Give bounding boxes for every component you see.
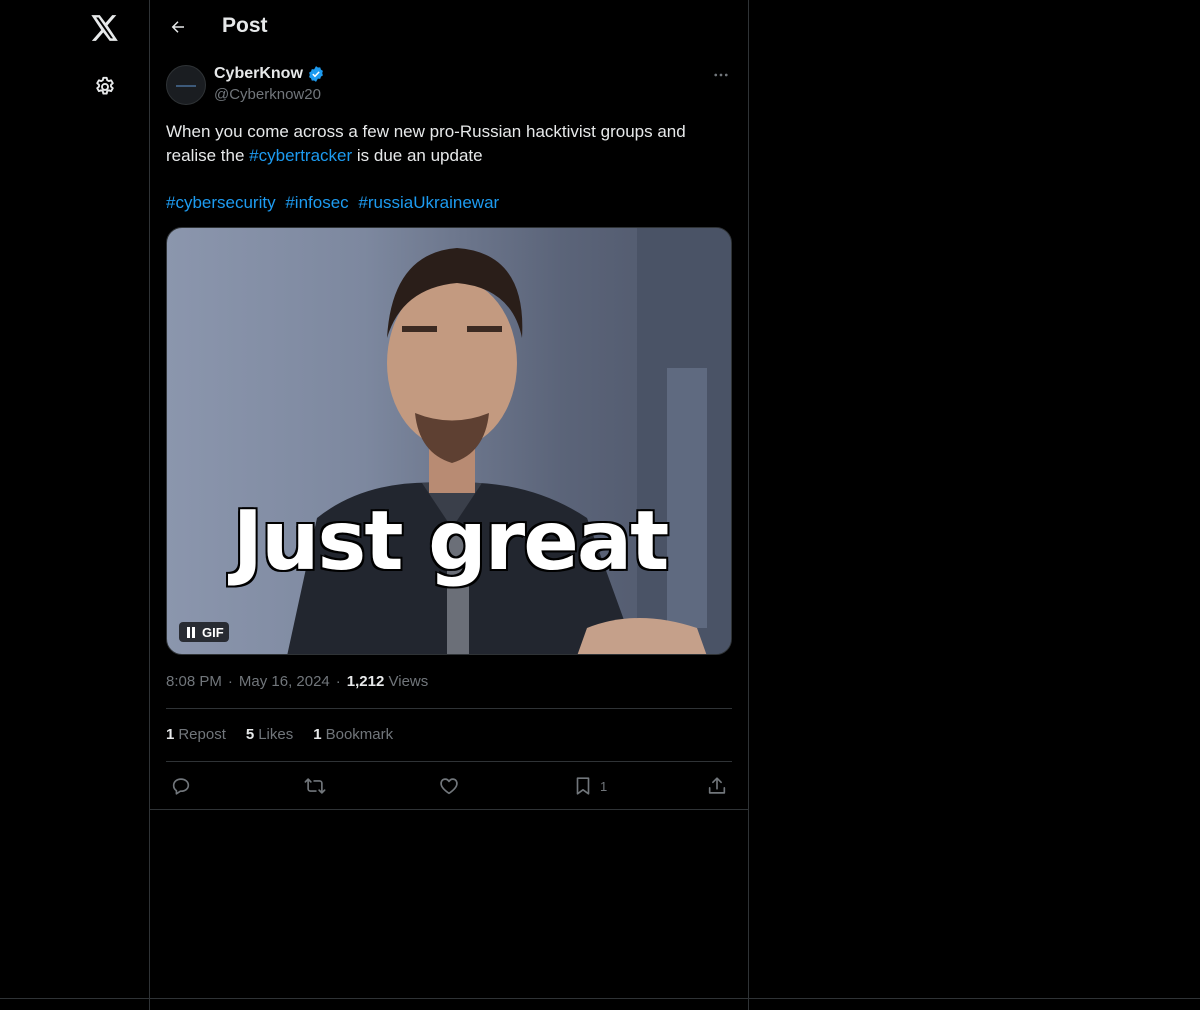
reply-icon	[172, 778, 190, 795]
verified-badge-icon	[309, 66, 323, 82]
post-date[interactable]: May 16, 2024	[239, 673, 330, 690]
tweet-line: realise the #cybertracker is due an upda…	[166, 144, 732, 168]
gif-media[interactable]: Just great GIF	[166, 227, 732, 655]
tweet-line: When you come across a few new pro-Russi…	[166, 122, 686, 141]
stat-label: Bookmark	[325, 726, 394, 743]
repost-icon	[304, 778, 326, 794]
stat-label: Likes	[258, 726, 294, 743]
post-column: Post CyberKnow @Cyberknow20 When you com…	[149, 0, 749, 1010]
stat-number: 1	[313, 726, 322, 743]
more-icon	[714, 73, 728, 77]
separator: ·	[227, 673, 233, 690]
post-time[interactable]: 8:08 PM	[166, 673, 222, 690]
back-button[interactable]	[160, 9, 196, 45]
post-meta: 8:08 PM · May 16, 2024 · 1,212 Views	[166, 673, 428, 690]
hashtag-link[interactable]: #infosec	[285, 193, 348, 212]
hashtag-link[interactable]: #russiaUkrainewar	[358, 193, 499, 212]
divider	[150, 809, 748, 810]
gif-image	[287, 228, 731, 654]
action-bar: 1	[166, 770, 732, 802]
stat-label: Repost	[178, 726, 226, 743]
settings-icon[interactable]	[86, 68, 124, 106]
author-display-name: CyberKnow	[214, 65, 303, 82]
repost-button[interactable]	[304, 770, 326, 802]
like-icon	[440, 778, 458, 795]
hashtag-link[interactable]: #cybertracker	[249, 146, 352, 165]
bookmark-count[interactable]: 1 Bookmark	[313, 726, 393, 743]
tweet-text-segment: realise the	[166, 146, 250, 165]
bookmark-icon	[576, 777, 590, 795]
repost-count[interactable]: 1 Repost	[166, 726, 226, 743]
divider	[166, 761, 732, 762]
bookmark-action-count: 1	[600, 778, 608, 794]
divider	[166, 708, 732, 709]
gif-badge: GIF	[179, 622, 229, 642]
reply-button[interactable]	[170, 770, 192, 802]
like-button[interactable]	[438, 770, 460, 802]
gif-label: GIF	[202, 624, 224, 640]
likes-count[interactable]: 5 Likes	[246, 726, 293, 743]
views-label: Views	[388, 673, 429, 690]
share-button[interactable]	[706, 770, 728, 802]
author-name[interactable]: CyberKnow	[214, 65, 325, 83]
tweet-hashtags: #cybersecurity #infosec #russiaUkrainewa…	[166, 191, 504, 215]
views-count: 1,212	[346, 673, 385, 690]
engagement-stats: 1 Repost 5 Likes 1 Bookmark	[166, 726, 413, 743]
tweet-text: When you come across a few new pro-Russi…	[166, 120, 732, 168]
gif-caption: Just great	[232, 494, 670, 589]
more-button[interactable]	[710, 64, 732, 86]
stat-number: 5	[245, 726, 255, 743]
left-nav	[0, 0, 150, 1010]
app: Post CyberKnow @Cyberknow20 When you com…	[0, 0, 1200, 1010]
author-handle[interactable]: @Cyberknow20	[214, 86, 321, 103]
share-icon	[708, 777, 726, 794]
stat-number: 1	[166, 726, 175, 743]
avatar[interactable]	[166, 65, 206, 105]
separator: ·	[335, 673, 341, 690]
page-title: Post	[222, 14, 268, 37]
back-arrow-icon	[171, 21, 184, 33]
bookmark-button[interactable]: 1	[572, 770, 607, 802]
post-header: Post	[150, 0, 748, 54]
post-author: CyberKnow @Cyberknow20	[166, 64, 732, 108]
hashtag-link[interactable]: #cybersecurity	[166, 193, 276, 212]
pause-icon[interactable]	[184, 625, 198, 639]
tweet-text-segment: is due an update	[352, 146, 483, 165]
x-logo-icon[interactable]	[84, 8, 126, 48]
bottom-divider	[0, 998, 1200, 999]
